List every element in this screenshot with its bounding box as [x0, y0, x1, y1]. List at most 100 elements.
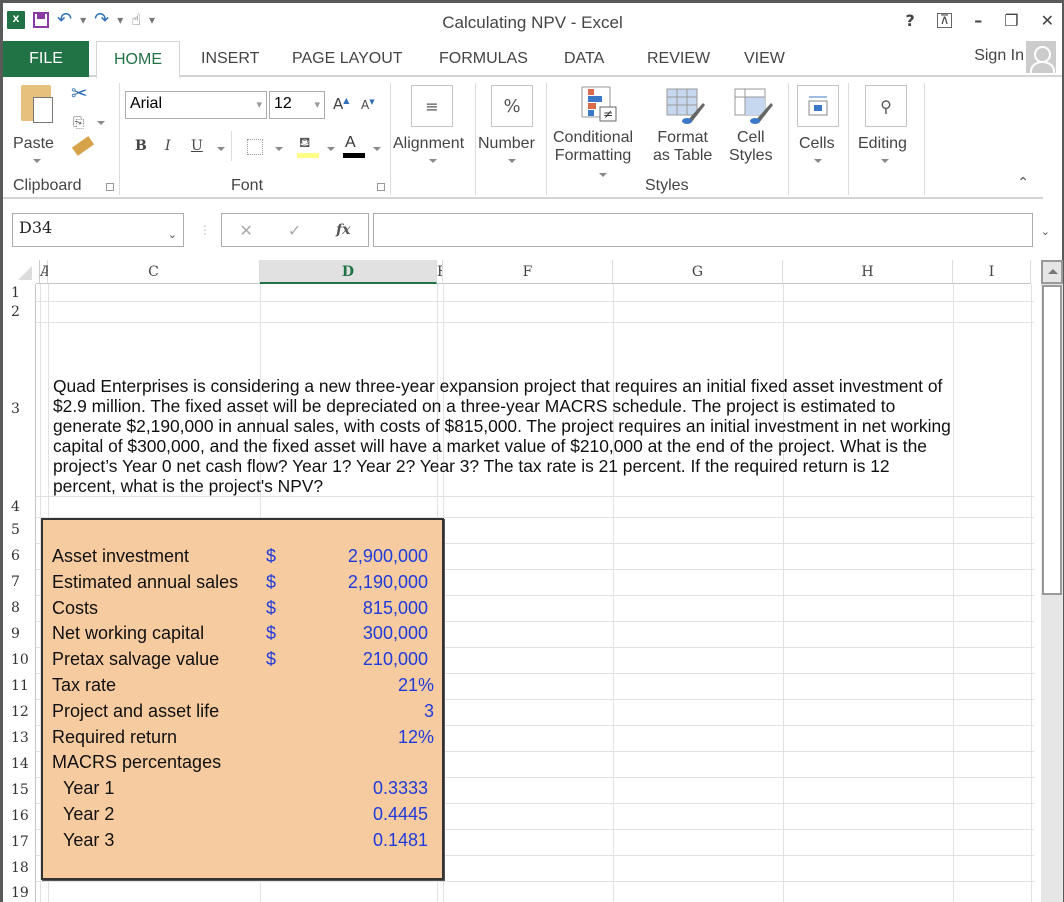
borders-dropdown-icon[interactable] — [275, 147, 283, 151]
conditional-formatting-button[interactable]: Conditional Formatting — [553, 129, 633, 165]
tab-review[interactable]: REVIEW — [639, 41, 718, 77]
cells-button[interactable]: Cells — [799, 135, 835, 153]
ribbon-display-options-icon[interactable]: ⊼ — [936, 13, 953, 28]
tab-insert[interactable]: INSERT — [193, 41, 267, 77]
enter-icon[interactable]: ✓ — [288, 221, 301, 240]
format-as-table-button[interactable]: Format as Table — [653, 129, 712, 165]
formula-bar-grip[interactable]: ⋮ — [199, 223, 211, 237]
column-header-i[interactable]: I — [953, 260, 1031, 284]
format-as-table-icon[interactable] — [665, 85, 705, 125]
name-box[interactable]: D34 ⌄ — [12, 213, 184, 247]
paste-dropdown-icon[interactable] — [33, 159, 41, 163]
input-row[interactable]: Estimated annual sales $2,190,000 — [43, 570, 442, 596]
input-value[interactable]: 12% — [398, 727, 434, 748]
input-row[interactable]: Tax rate 21% — [43, 673, 442, 699]
cancel-icon[interactable]: ✕ — [239, 221, 252, 240]
row-header-16[interactable]: 16 — [3, 803, 36, 829]
cell-styles-button[interactable]: Cell Styles — [729, 129, 773, 165]
row-header-8[interactable]: 8 — [3, 595, 36, 621]
input-row[interactable]: Asset investment $2,900,000 — [43, 544, 442, 570]
row-header-17[interactable]: 17 — [3, 829, 36, 855]
input-value[interactable]: 815,000 — [363, 598, 428, 619]
input-row[interactable]: Year 1 0.3333 — [43, 776, 442, 802]
editing-dropdown-icon[interactable] — [881, 159, 889, 163]
input-value[interactable]: 0.4445 — [373, 804, 428, 825]
row-header-18[interactable]: 18 — [3, 855, 36, 881]
input-value[interactable]: 3 — [424, 701, 434, 722]
column-header-f[interactable]: F — [443, 260, 613, 284]
bold-button[interactable]: B — [135, 138, 147, 154]
restore-icon[interactable]: ❐ — [1004, 11, 1018, 30]
column-header-d[interactable]: D — [260, 260, 437, 284]
input-row[interactable]: Year 2 0.4445 — [43, 802, 442, 828]
input-row[interactable]: Year 3 0.1481 — [43, 828, 442, 854]
column-header-h[interactable]: H — [783, 260, 953, 284]
cell-styles-icon[interactable] — [733, 85, 773, 125]
conditional-formatting-icon[interactable]: ≠ — [580, 85, 620, 125]
tab-view[interactable]: VIEW — [736, 41, 793, 77]
find-binoculars-icon[interactable]: ⚲ — [865, 85, 907, 127]
paste-button[interactable]: Paste — [13, 135, 54, 153]
collapse-ribbon-icon[interactable]: ⌃ — [1017, 175, 1029, 191]
row-header-1[interactable]: 1 — [3, 284, 36, 301]
font-launcher-icon[interactable] — [377, 183, 385, 191]
font-name-select[interactable]: Arial ▾ — [125, 91, 267, 119]
column-header-c[interactable]: C — [48, 260, 260, 284]
font-color-icon[interactable]: A — [345, 134, 356, 152]
close-icon[interactable]: ✕ — [1041, 11, 1054, 30]
paste-icon[interactable] — [21, 85, 53, 123]
input-row[interactable]: Required return 12% — [43, 725, 442, 751]
fill-color-icon[interactable]: ⛾ — [299, 135, 310, 153]
row-header-19[interactable]: 19 — [3, 881, 36, 902]
vertical-scrollbar[interactable] — [1041, 260, 1063, 902]
font-size-select[interactable]: 12 ▾ — [269, 91, 325, 119]
row-header-9[interactable]: 9 — [3, 621, 36, 647]
row-header-2[interactable]: 2 — [3, 301, 36, 322]
alignment-button[interactable]: Alignment — [393, 135, 464, 153]
row-header-5[interactable]: 5 — [3, 517, 36, 543]
italic-button[interactable]: I — [165, 138, 171, 154]
input-row[interactable]: Costs $815,000 — [43, 596, 442, 622]
row-header-15[interactable]: 15 — [3, 777, 36, 803]
input-value[interactable]: 21% — [398, 675, 434, 696]
number-button[interactable]: Number — [478, 135, 535, 153]
input-value[interactable]: 0.3333 — [373, 778, 428, 799]
format-painter-icon[interactable] — [71, 136, 95, 156]
fill-color-dropdown-icon[interactable] — [327, 147, 335, 151]
row-header-12[interactable]: 12 — [3, 699, 36, 725]
row-header-7[interactable]: 7 — [3, 569, 36, 595]
sign-in-link[interactable]: Sign In — [974, 47, 1024, 65]
alignment-dropdown-icon[interactable] — [429, 159, 437, 163]
input-row[interactable]: MACRS percentages — [43, 750, 442, 776]
tab-formulas[interactable]: FORMULAS — [431, 41, 536, 77]
cells-dropdown-icon[interactable] — [814, 159, 822, 163]
minimize-icon[interactable]: – — [974, 11, 982, 30]
alignment-icon[interactable]: ≡ — [411, 85, 453, 127]
chevron-down-icon[interactable]: ⌄ — [168, 228, 177, 241]
underline-dropdown-icon[interactable] — [217, 147, 225, 151]
shrink-font-icon[interactable]: A▼ — [361, 98, 375, 112]
input-value[interactable]: 2,190,000 — [348, 572, 428, 593]
column-header-a[interactable]: Æ — [40, 260, 54, 284]
scroll-up-button[interactable] — [1041, 260, 1063, 284]
clipboard-launcher-icon[interactable] — [106, 183, 114, 191]
row-header-14[interactable]: 14 — [3, 751, 36, 777]
number-dropdown-icon[interactable] — [508, 159, 516, 163]
number-format-icon[interactable]: % — [491, 85, 533, 127]
grow-font-icon[interactable]: A▲ — [333, 95, 349, 113]
insert-function-icon[interactable]: fx — [336, 222, 350, 238]
input-row[interactable]: Pretax salvage value $210,000 — [43, 647, 442, 673]
tab-home[interactable]: HOME — [96, 41, 180, 79]
font-color-dropdown-icon[interactable] — [373, 147, 381, 151]
input-value[interactable]: 2,900,000 — [348, 546, 428, 567]
input-value[interactable]: 0.1481 — [373, 830, 428, 851]
input-row[interactable]: Project and asset life 3 — [43, 699, 442, 725]
cut-icon[interactable]: ✂ — [71, 81, 88, 105]
copy-dropdown-icon[interactable] — [97, 121, 105, 125]
tab-file[interactable]: FILE — [3, 41, 89, 77]
help-icon[interactable]: ? — [905, 11, 914, 30]
tab-page-layout[interactable]: PAGE LAYOUT — [284, 41, 411, 77]
row-header-4[interactable]: 4 — [3, 496, 36, 517]
cells-icon[interactable] — [797, 85, 839, 127]
row-header-11[interactable]: 11 — [3, 673, 36, 699]
